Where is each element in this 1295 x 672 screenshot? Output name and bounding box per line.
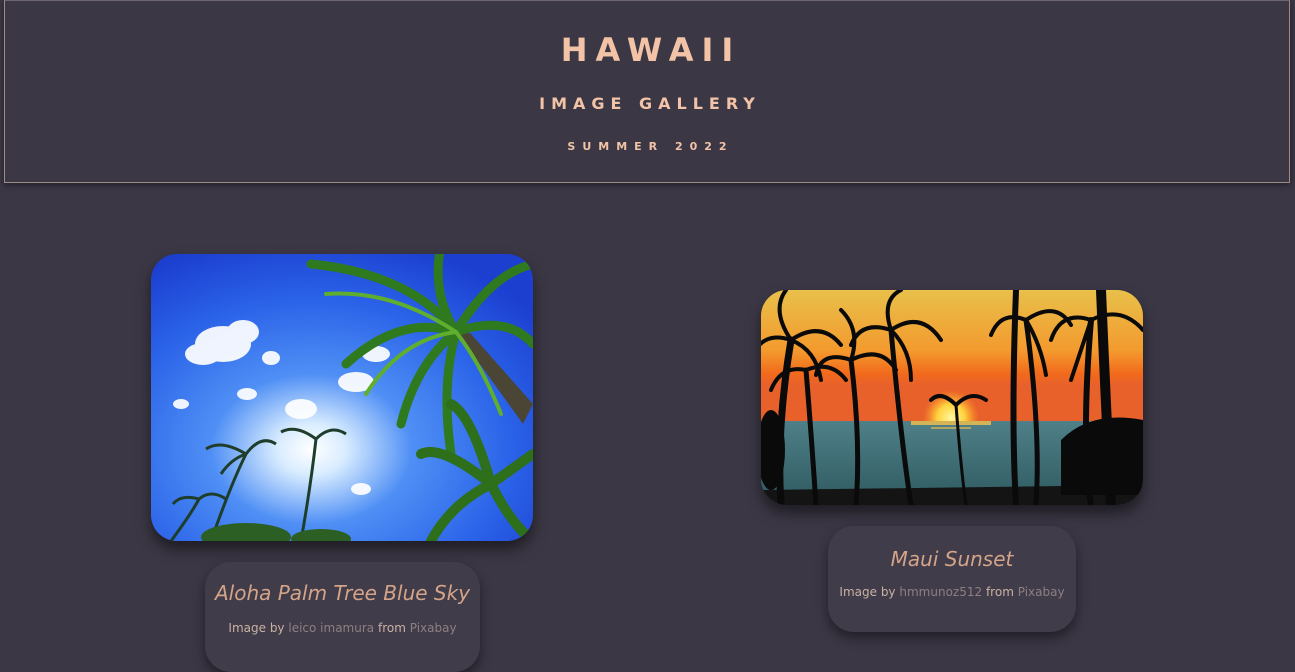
caption-title: Maui Sunset: [890, 547, 1014, 571]
sunset-illustration: [761, 290, 1143, 505]
palm-sky-illustration: [151, 254, 533, 541]
source-link[interactable]: Pixabay: [410, 621, 457, 635]
credit-middle: from: [985, 585, 1014, 599]
credit-middle: from: [377, 621, 406, 635]
page-title: HAWAII: [560, 31, 742, 69]
gallery-image-palm-blue-sky[interactable]: [151, 254, 533, 541]
caption-title: Aloha Palm Tree Blue Sky: [214, 581, 471, 605]
image-credit: Image by leico imamura from Pixabay: [205, 621, 480, 635]
gallery-image-maui-sunset[interactable]: [761, 290, 1143, 505]
page-header: HAWAII IMAGE GALLERY SUMMER 2022: [4, 0, 1290, 183]
credit-prefix: Image by: [228, 621, 285, 635]
source-link[interactable]: Pixabay: [1018, 585, 1065, 599]
image-caption-card: Aloha Palm Tree Blue Sky Image by leico …: [205, 562, 480, 672]
author-link[interactable]: leico imamura: [288, 621, 374, 635]
page-subtitle: IMAGE GALLERY: [539, 94, 761, 113]
author-link[interactable]: hmmunoz512: [899, 585, 982, 599]
credit-prefix: Image by: [839, 585, 896, 599]
image-caption-card: Maui Sunset Image by hmmunoz512 from Pix…: [828, 526, 1076, 632]
page-tagline: SUMMER 2022: [567, 140, 734, 153]
image-credit: Image by hmmunoz512 from Pixabay: [828, 585, 1076, 599]
